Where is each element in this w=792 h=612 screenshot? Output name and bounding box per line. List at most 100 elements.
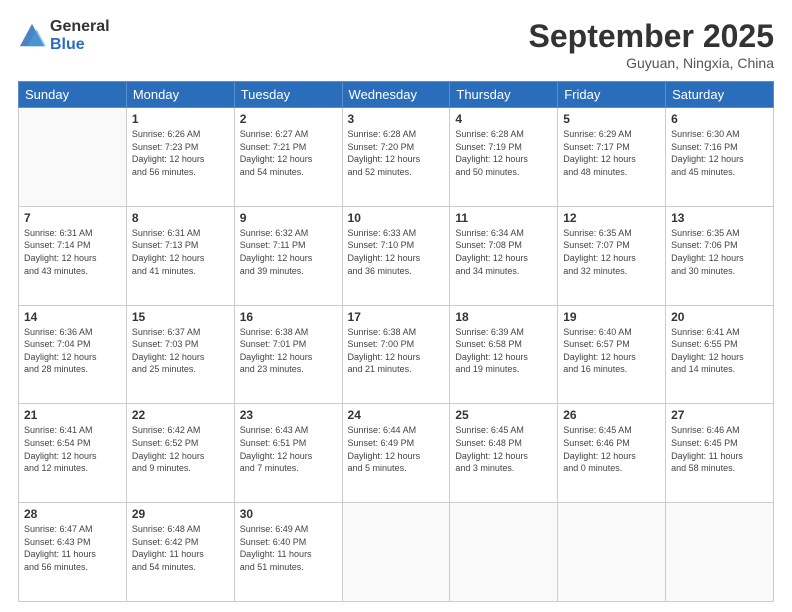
day-number: 14 <box>24 310 121 324</box>
day-info: Sunrise: 6:27 AM Sunset: 7:21 PM Dayligh… <box>240 128 337 178</box>
calendar-cell: 8 Sunrise: 6:31 AM Sunset: 7:13 PM Daylig… <box>126 206 234 305</box>
day-number: 19 <box>563 310 660 324</box>
calendar-cell: 10Sunrise: 6:33 AM Sunset: 7:10 PM Dayli… <box>342 206 450 305</box>
weekday-header: Thursday <box>450 82 558 108</box>
calendar-cell: 26Sunrise: 6:45 AM Sunset: 6:46 PM Dayli… <box>558 404 666 503</box>
calendar-cell <box>342 503 450 602</box>
logo: General Blue <box>18 18 110 54</box>
day-info: Sunrise: 6:40 AM Sunset: 6:57 PM Dayligh… <box>563 326 660 376</box>
day-number: 21 <box>24 408 121 422</box>
calendar-cell: 12 Sunrise: 6:35 AM Sunset: 7:07 PM Dayli… <box>558 206 666 305</box>
calendar-cell: 19 Sunrise: 6:40 AM Sunset: 6:57 PM Dayli… <box>558 305 666 404</box>
calendar-cell: 16 Sunrise: 6:38 AM Sunset: 7:01 PM Dayli… <box>234 305 342 404</box>
weekday-header: Friday <box>558 82 666 108</box>
day-info: Sunrise: 6:35 AM Sunset: 7:07 PM Dayligh… <box>563 227 660 277</box>
day-info: Sunrise: 6:43 AM Sunset: 6:51 PM Dayligh… <box>240 424 337 474</box>
calendar-cell: 21 Sunrise: 6:41 AM Sunset: 6:54 PM Dayli… <box>19 404 127 503</box>
day-number: 20 <box>671 310 768 324</box>
weekday-header: Wednesday <box>342 82 450 108</box>
weekday-header: Sunday <box>19 82 127 108</box>
calendar-cell: 22 Sunrise: 6:42 AM Sunset: 6:52 PM Dayli… <box>126 404 234 503</box>
calendar-cell <box>450 503 558 602</box>
calendar-cell: 2 Sunrise: 6:27 AM Sunset: 7:21 PM Daylig… <box>234 108 342 207</box>
page: General Blue September 2025 Guyuan, Ning… <box>0 0 792 612</box>
day-number: 11 <box>455 211 552 225</box>
day-info: Sunrise: 6:45 AM Sunset: 6:48 PM Dayligh… <box>455 424 552 474</box>
day-number: 12 <box>563 211 660 225</box>
calendar-cell: 18 Sunrise: 6:39 AM Sunset: 6:58 PM Dayli… <box>450 305 558 404</box>
day-number: 13 <box>671 211 768 225</box>
day-info: Sunrise: 6:28 AM Sunset: 7:20 PM Dayligh… <box>348 128 445 178</box>
day-number: 5 <box>563 112 660 126</box>
day-number: 1 <box>132 112 229 126</box>
calendar-cell: 1 Sunrise: 6:26 AM Sunset: 7:23 PM Daylig… <box>126 108 234 207</box>
calendar-cell: 7 Sunrise: 6:31 AM Sunset: 7:14 PM Daylig… <box>19 206 127 305</box>
weekday-header: Tuesday <box>234 82 342 108</box>
day-number: 30 <box>240 507 337 521</box>
calendar-cell: 30 Sunrise: 6:49 AM Sunset: 6:40 PM Dayli… <box>234 503 342 602</box>
day-info: Sunrise: 6:42 AM Sunset: 6:52 PM Dayligh… <box>132 424 229 474</box>
day-info: Sunrise: 6:46 AM Sunset: 6:45 PM Dayligh… <box>671 424 768 474</box>
calendar-cell: 29 Sunrise: 6:48 AM Sunset: 6:42 PM Dayli… <box>126 503 234 602</box>
day-number: 17 <box>348 310 445 324</box>
day-number: 25 <box>455 408 552 422</box>
day-info: Sunrise: 6:32 AM Sunset: 7:11 PM Dayligh… <box>240 227 337 277</box>
logo-text: General Blue <box>50 18 110 54</box>
day-number: 18 <box>455 310 552 324</box>
calendar-cell <box>558 503 666 602</box>
day-info: Sunrise: 6:41 AM Sunset: 6:54 PM Dayligh… <box>24 424 121 474</box>
calendar-cell: 28 Sunrise: 6:47 AM Sunset: 6:43 PM Dayli… <box>19 503 127 602</box>
calendar-cell: 27 Sunrise: 6:46 AM Sunset: 6:45 PM Dayli… <box>666 404 774 503</box>
calendar-cell <box>19 108 127 207</box>
day-number: 27 <box>671 408 768 422</box>
calendar-cell: 15Sunrise: 6:37 AM Sunset: 7:03 PM Dayli… <box>126 305 234 404</box>
calendar-cell: 3Sunrise: 6:28 AM Sunset: 7:20 PM Daylig… <box>342 108 450 207</box>
day-info: Sunrise: 6:38 AM Sunset: 7:00 PM Dayligh… <box>348 326 445 376</box>
calendar-cell: 14 Sunrise: 6:36 AM Sunset: 7:04 PM Dayli… <box>19 305 127 404</box>
day-number: 2 <box>240 112 337 126</box>
day-info: Sunrise: 6:47 AM Sunset: 6:43 PM Dayligh… <box>24 523 121 573</box>
day-number: 28 <box>24 507 121 521</box>
day-number: 9 <box>240 211 337 225</box>
calendar-cell: 9 Sunrise: 6:32 AM Sunset: 7:11 PM Daylig… <box>234 206 342 305</box>
day-info: Sunrise: 6:31 AM Sunset: 7:14 PM Dayligh… <box>24 227 121 277</box>
day-number: 24 <box>348 408 445 422</box>
day-info: Sunrise: 6:34 AM Sunset: 7:08 PM Dayligh… <box>455 227 552 277</box>
day-info: Sunrise: 6:38 AM Sunset: 7:01 PM Dayligh… <box>240 326 337 376</box>
day-info: Sunrise: 6:31 AM Sunset: 7:13 PM Dayligh… <box>132 227 229 277</box>
weekday-header: Saturday <box>666 82 774 108</box>
day-info: Sunrise: 6:49 AM Sunset: 6:40 PM Dayligh… <box>240 523 337 573</box>
calendar-cell: 13Sunrise: 6:35 AM Sunset: 7:06 PM Dayli… <box>666 206 774 305</box>
day-number: 26 <box>563 408 660 422</box>
day-number: 22 <box>132 408 229 422</box>
day-number: 4 <box>455 112 552 126</box>
day-info: Sunrise: 6:41 AM Sunset: 6:55 PM Dayligh… <box>671 326 768 376</box>
day-info: Sunrise: 6:39 AM Sunset: 6:58 PM Dayligh… <box>455 326 552 376</box>
calendar-week-row: 1 Sunrise: 6:26 AM Sunset: 7:23 PM Daylig… <box>19 108 774 207</box>
day-info: Sunrise: 6:28 AM Sunset: 7:19 PM Dayligh… <box>455 128 552 178</box>
day-number: 29 <box>132 507 229 521</box>
day-number: 8 <box>132 211 229 225</box>
calendar-week-row: 28 Sunrise: 6:47 AM Sunset: 6:43 PM Dayli… <box>19 503 774 602</box>
day-info: Sunrise: 6:36 AM Sunset: 7:04 PM Dayligh… <box>24 326 121 376</box>
calendar-cell: 6Sunrise: 6:30 AM Sunset: 7:16 PM Daylig… <box>666 108 774 207</box>
calendar-cell: 11 Sunrise: 6:34 AM Sunset: 7:08 PM Dayli… <box>450 206 558 305</box>
title-block: September 2025 Guyuan, Ningxia, China <box>529 18 774 71</box>
calendar-cell: 23 Sunrise: 6:43 AM Sunset: 6:51 PM Dayli… <box>234 404 342 503</box>
calendar-cell: 17 Sunrise: 6:38 AM Sunset: 7:00 PM Dayli… <box>342 305 450 404</box>
day-info: Sunrise: 6:29 AM Sunset: 7:17 PM Dayligh… <box>563 128 660 178</box>
day-info: Sunrise: 6:33 AM Sunset: 7:10 PM Dayligh… <box>348 227 445 277</box>
day-info: Sunrise: 6:48 AM Sunset: 6:42 PM Dayligh… <box>132 523 229 573</box>
day-number: 16 <box>240 310 337 324</box>
location: Guyuan, Ningxia, China <box>529 55 774 71</box>
calendar-week-row: 7 Sunrise: 6:31 AM Sunset: 7:14 PM Daylig… <box>19 206 774 305</box>
day-info: Sunrise: 6:26 AM Sunset: 7:23 PM Dayligh… <box>132 128 229 178</box>
calendar-cell: 5 Sunrise: 6:29 AM Sunset: 7:17 PM Daylig… <box>558 108 666 207</box>
day-number: 6 <box>671 112 768 126</box>
day-number: 23 <box>240 408 337 422</box>
calendar-cell <box>666 503 774 602</box>
weekday-header-row: SundayMondayTuesdayWednesdayThursdayFrid… <box>19 82 774 108</box>
day-info: Sunrise: 6:44 AM Sunset: 6:49 PM Dayligh… <box>348 424 445 474</box>
day-number: 7 <box>24 211 121 225</box>
calendar-cell: 20 Sunrise: 6:41 AM Sunset: 6:55 PM Dayli… <box>666 305 774 404</box>
